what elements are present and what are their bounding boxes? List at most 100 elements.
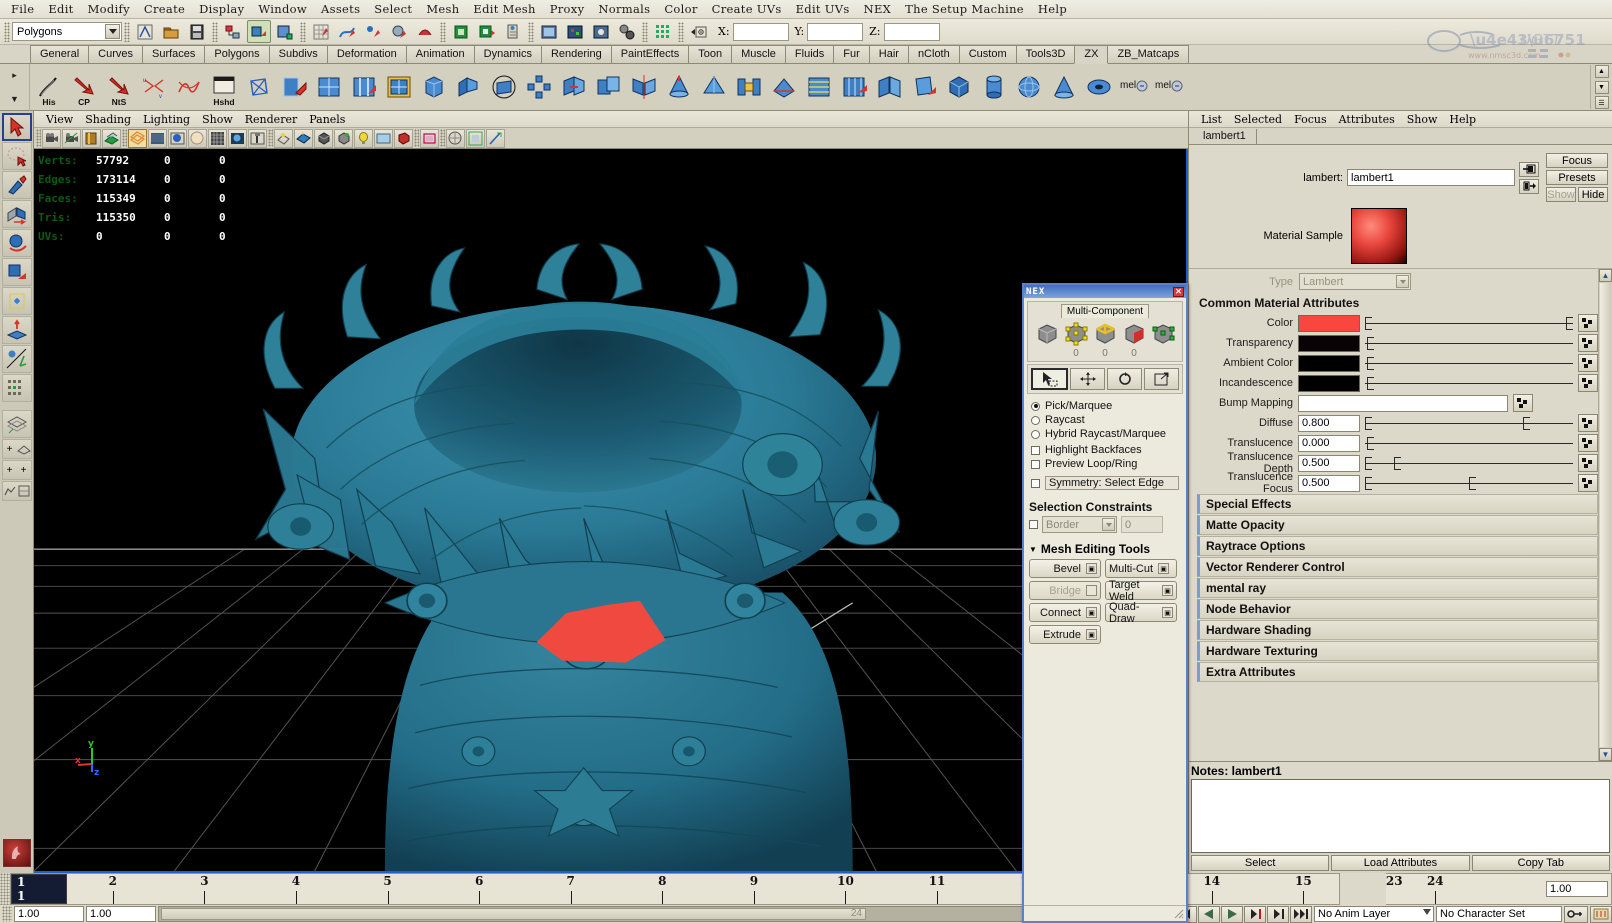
- x-input[interactable]: [733, 23, 789, 41]
- step-forward-frame-icon[interactable]: [1244, 906, 1266, 923]
- shelf-item-poly-smooth-proxy[interactable]: [487, 66, 521, 108]
- shelf-item-poly-mirror[interactable]: [627, 66, 661, 108]
- map-button-icon[interactable]: [1578, 354, 1598, 372]
- checkbox-icon[interactable]: [1029, 520, 1038, 529]
- nex-resize-handle[interactable]: [1173, 908, 1184, 919]
- range-slider-handle[interactable]: [161, 908, 866, 920]
- menu-item-create[interactable]: Create: [137, 0, 192, 18]
- shelf-tab-surfaces[interactable]: Surfaces: [142, 45, 205, 63]
- shelf-tab-subdivs[interactable]: Subdivs: [269, 45, 328, 63]
- vp-grip-1[interactable]: [36, 129, 41, 147]
- section-extra-attributes[interactable]: Extra Attributes: [1197, 662, 1598, 682]
- outliner-persp-layout[interactable]: +: [3, 461, 17, 479]
- wireframe-icon[interactable]: [128, 129, 147, 148]
- shelf-tab-zb-matcaps[interactable]: ZB_Matcaps: [1107, 45, 1189, 63]
- load-attributes-button[interactable]: Load Attributes: [1331, 855, 1469, 871]
- four-view-layout[interactable]: +: [3, 440, 17, 458]
- vertex-mode-icon[interactable]: [1063, 320, 1090, 348]
- ambient-color-swatch[interactable]: [1298, 355, 1360, 372]
- section-raytrace-options[interactable]: Raytrace Options: [1197, 536, 1598, 556]
- ae-menu-attributes[interactable]: Attributes: [1333, 112, 1401, 127]
- option-pick-marquee[interactable]: Pick/Marquee: [1031, 399, 1179, 413]
- grip-3[interactable]: [212, 22, 218, 42]
- time-slider-right-segment[interactable]: 23 24 1.00: [1386, 873, 1612, 905]
- snap-to-grid-icon[interactable]: [133, 20, 157, 43]
- vp-grip-4[interactable]: [414, 129, 419, 147]
- focus-button[interactable]: Focus: [1546, 153, 1608, 168]
- toggle-editors-icon[interactable]: [651, 20, 675, 43]
- constraint-value-input[interactable]: 0: [1121, 516, 1163, 533]
- vp-grip-3[interactable]: [268, 129, 273, 147]
- bump-mapping-input[interactable]: [1298, 395, 1508, 412]
- option-symmetry[interactable]: Symmetry: Select Edge: [1031, 475, 1179, 491]
- map-button-icon[interactable]: [1513, 394, 1533, 412]
- flat-shade-icon[interactable]: [188, 129, 207, 148]
- translucence-slider[interactable]: [1365, 435, 1573, 452]
- hypershade-icon[interactable]: [615, 20, 639, 43]
- quad-draw-options-icon[interactable]: ▣: [1162, 607, 1173, 618]
- shelf-item-poly-uv-layout[interactable]: [382, 66, 416, 108]
- multi-mode-icon[interactable]: [1150, 320, 1177, 348]
- snap-to-view-planes-icon[interactable]: [413, 20, 437, 43]
- shelf-tab-fluids[interactable]: Fluids: [785, 45, 834, 63]
- ipr-render-icon[interactable]: [563, 20, 587, 43]
- animation-preferences-icon[interactable]: [1590, 906, 1612, 923]
- shelf-tab-muscle[interactable]: Muscle: [731, 45, 786, 63]
- scrollbar-thumb[interactable]: [1600, 283, 1611, 747]
- xray-joints-icon[interactable]: [248, 129, 267, 148]
- radio-icon[interactable]: [1031, 402, 1040, 411]
- shelf-item-poly-wedge[interactable]: [697, 66, 731, 108]
- translucence-depth-slider[interactable]: [1365, 455, 1573, 472]
- status-line-grip[interactable]: [4, 22, 10, 42]
- map-button-icon[interactable]: [1578, 434, 1598, 452]
- shelf-tab-fur[interactable]: Fur: [833, 45, 870, 63]
- menu-item-create-uvs[interactable]: Create UVs: [705, 0, 789, 18]
- shelf-tab-zx[interactable]: ZX: [1074, 45, 1108, 64]
- wireframe-on-shaded-icon[interactable]: [208, 129, 227, 148]
- multi-cut-options-icon[interactable]: ▣: [1158, 563, 1169, 574]
- object-mode-icon[interactable]: [1034, 320, 1061, 348]
- translucence-input[interactable]: 0.000: [1298, 435, 1360, 452]
- bookmark-icon[interactable]: [82, 129, 101, 148]
- shelf-item-poly-wireframe[interactable]: [242, 66, 276, 108]
- option-preview-loop-ring[interactable]: Preview Loop/Ring: [1031, 457, 1179, 471]
- connect-options-icon[interactable]: ▣: [1086, 607, 1097, 618]
- map-button-icon[interactable]: [1578, 414, 1598, 432]
- two-pane-layout[interactable]: [17, 440, 31, 458]
- resolution-gate-icon[interactable]: [420, 129, 439, 148]
- shelf-scroll-up-icon[interactable]: ▲: [1595, 65, 1609, 78]
- shelf-item-poly-append[interactable]: [277, 66, 311, 108]
- menu-item-help[interactable]: Help: [1031, 0, 1074, 18]
- show-button[interactable]: Show: [1546, 187, 1576, 202]
- shelf-item-poly-cut-faces[interactable]: [802, 66, 836, 108]
- shelf-item-poly-cube[interactable]: [942, 66, 976, 108]
- step-forward-keyframe-icon[interactable]: [1267, 906, 1289, 923]
- shelf-tab-tools3d[interactable]: Tools3D: [1016, 45, 1076, 63]
- section-mental-ray[interactable]: mental ray: [1197, 578, 1598, 598]
- menu-item-window[interactable]: Window: [251, 0, 314, 18]
- shelf-tab-hair[interactable]: Hair: [869, 45, 909, 63]
- shelf-item-poly-bevel[interactable]: [417, 66, 451, 108]
- menu-item-assets[interactable]: Assets: [314, 0, 367, 18]
- checkbox-icon[interactable]: [1031, 479, 1040, 488]
- shelf-item-poly-cylinder[interactable]: [977, 66, 1011, 108]
- image-plane-icon[interactable]: [102, 129, 121, 148]
- select-marquee-icon[interactable]: [1031, 368, 1068, 390]
- range-slider-bar[interactable]: 24: [158, 906, 1037, 922]
- translucence-depth-input[interactable]: 0.500: [1298, 455, 1360, 472]
- section-matte-opacity[interactable]: Matte Opacity: [1197, 515, 1598, 535]
- grip-6[interactable]: [528, 22, 534, 42]
- bridge-button[interactable]: Bridge: [1029, 581, 1101, 600]
- face-mode-icon[interactable]: [1121, 320, 1148, 348]
- tab-lambert1[interactable]: lambert1: [1195, 129, 1257, 144]
- shelf-item-mel-b[interactable]: mel: [1152, 66, 1186, 108]
- map-button-icon[interactable]: [1578, 374, 1598, 392]
- section-vector-renderer-control[interactable]: Vector Renderer Control: [1197, 557, 1598, 577]
- shelf-tab-polygons[interactable]: Polygons: [204, 45, 269, 63]
- shelf-tab-deformation[interactable]: Deformation: [327, 45, 407, 63]
- shelf-item-his[interactable]: His: [32, 66, 66, 108]
- radio-icon[interactable]: [1031, 416, 1040, 425]
- shelf-item-uv-unfold[interactable]: uv: [137, 66, 171, 108]
- menu-item-color[interactable]: Color: [657, 0, 704, 18]
- bevel-options-icon[interactable]: ▣: [1086, 563, 1097, 574]
